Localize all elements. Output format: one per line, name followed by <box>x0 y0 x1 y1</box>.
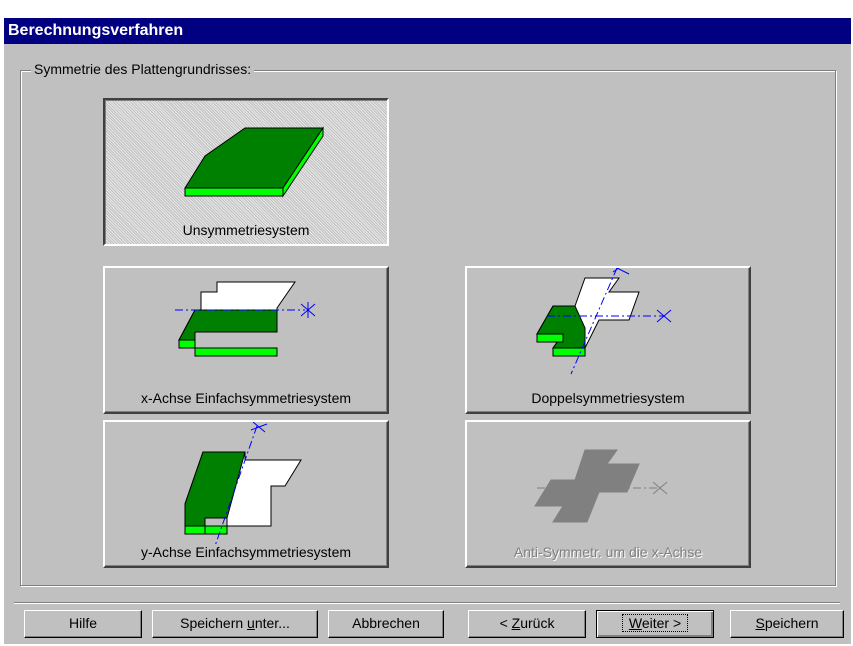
cancel-button[interactable]: Abbrechen <box>328 610 444 638</box>
double-symmetry-label: Doppelsymmetriesystem <box>531 390 685 406</box>
x-axis-label: x-Achse Einfachsymmetriesystem <box>140 390 352 406</box>
y-axis-symmetry-button[interactable]: y-Achse Einfachsymmetriesystem <box>103 420 389 568</box>
group-legend: Symmetrie des Plattengrundrisses: <box>31 61 255 77</box>
x-axis-symmetry-button[interactable]: x-Achse Einfachsymmetriesystem <box>103 266 389 414</box>
button-separator <box>14 602 840 604</box>
window-title: Berechnungsverfahren <box>8 22 184 39</box>
dialog-window: Berechnungsverfahren Symmetrie des Platt… <box>4 18 851 644</box>
unsymmetric-system-button[interactable]: Unsymmetriesystem <box>103 98 389 246</box>
help-button[interactable]: Hilfe <box>24 610 142 638</box>
focus-rectangle: Weiter > <box>621 614 689 632</box>
save-as-button[interactable]: Speichern unter... <box>152 610 318 638</box>
back-button[interactable]: < Zurück <box>468 610 586 638</box>
anti-symmetry-button: Anti-Symmetr. um die x-Achse <box>465 420 751 568</box>
double-symmetry-button[interactable]: Doppelsymmetriesystem <box>465 266 751 414</box>
save-button[interactable]: Speichern <box>730 610 844 638</box>
anti-symmetry-label: Anti-Symmetr. um die x-Achse <box>513 544 703 560</box>
next-button[interactable]: Weiter > <box>596 610 714 638</box>
y-axis-label: y-Achse Einfachsymmetriesystem <box>140 544 352 560</box>
title-bar: Berechnungsverfahren <box>4 18 851 44</box>
unsymmetric-label: Unsymmetriesystem <box>182 222 310 238</box>
symmetry-groupbox: Symmetrie des Plattengrundrisses: Unsymm… <box>20 61 836 586</box>
